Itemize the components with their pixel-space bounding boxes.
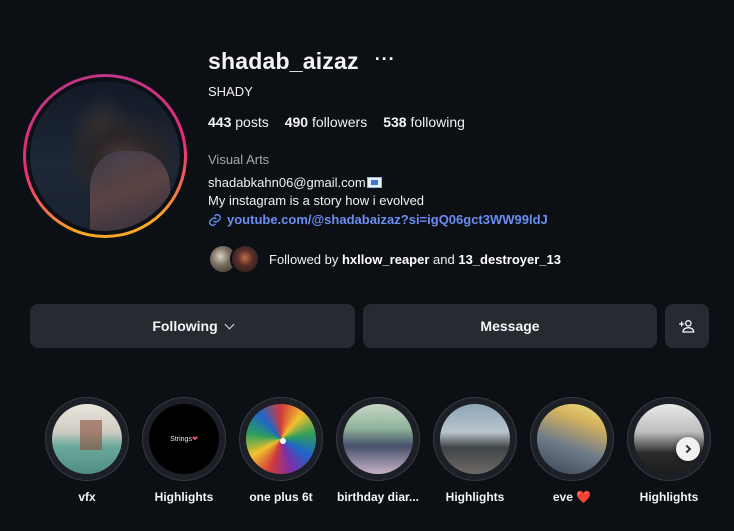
- following-label: following: [410, 114, 465, 130]
- followed-by-and: and: [429, 251, 459, 267]
- highlight-cover: [52, 404, 122, 474]
- message-button-label: Message: [480, 318, 540, 334]
- posts-count: 443: [208, 114, 232, 130]
- followed-by-prefix: Followed by: [269, 251, 342, 267]
- highlight-cover-text: Strings: [170, 435, 192, 443]
- highlight-item[interactable]: eve ❤️: [530, 397, 614, 504]
- following-count: 538: [383, 114, 407, 130]
- next-highlights-button[interactable]: [676, 437, 700, 461]
- email-emoji-icon: [366, 177, 382, 188]
- message-button[interactable]: Message: [363, 304, 657, 348]
- username-row: shadab_aizaz ···: [208, 48, 396, 75]
- highlight-label: vfx: [78, 490, 96, 504]
- posts-stat: 443 posts: [208, 114, 269, 130]
- bio-email: shadabkahn06@gmail.com: [208, 175, 366, 190]
- highlight-item[interactable]: birthday diar...: [336, 397, 420, 504]
- followed-by-text: Followed by hxllow_reaper and 13_destroy…: [269, 252, 561, 267]
- mutual-user-2: 13_destroyer_13: [458, 251, 561, 267]
- mutual-user-1: hxllow_reaper: [341, 251, 430, 267]
- highlight-ring: Strings ❤: [142, 397, 226, 481]
- highlight-ring: [336, 397, 420, 481]
- highlight-ring: [530, 397, 614, 481]
- highlight-item[interactable]: Strings ❤ Highlights: [142, 397, 226, 504]
- chevron-right-icon: [682, 444, 691, 454]
- followers-label: followers: [311, 114, 368, 130]
- highlight-label: birthday diar...: [336, 490, 420, 504]
- full-name: SHADY: [208, 84, 253, 99]
- bio-line-2: My instagram is a story how i evolved: [208, 193, 425, 208]
- more-options-icon[interactable]: ···: [375, 49, 396, 70]
- highlight-ring: [627, 397, 711, 481]
- mutual-avatar-2: [230, 244, 260, 274]
- avatar-image: [30, 81, 180, 231]
- followers-stat[interactable]: 490 followers: [285, 114, 368, 130]
- bio-line-1: shadabkahn06@gmail.com: [208, 174, 424, 192]
- chevron-down-icon: [224, 319, 235, 329]
- highlight-ring: [45, 397, 129, 481]
- highlight-cover: [246, 404, 316, 474]
- profile-page: shadab_aizaz ··· SHADY 443 posts 490 fol…: [0, 0, 734, 531]
- highlight-cover: [343, 404, 413, 474]
- following-stat[interactable]: 538 following: [383, 114, 465, 130]
- highlight-item[interactable]: Highlights: [433, 397, 517, 504]
- heart-icon: ❤: [191, 436, 198, 443]
- add-user-button[interactable]: [665, 304, 709, 348]
- highlight-label: Highlights: [154, 490, 214, 504]
- link-icon: [209, 213, 221, 226]
- following-button-label: Following: [152, 318, 218, 334]
- followers-count: 490: [284, 114, 309, 130]
- posts-label: posts: [235, 114, 269, 130]
- highlight-label: Highlights: [445, 490, 505, 504]
- bio: shadabkahn06@gmail.com My instagram is a…: [208, 174, 424, 210]
- highlight-item[interactable]: one plus 6t: [239, 397, 323, 504]
- highlight-cover: [440, 404, 510, 474]
- highlight-item[interactable]: vfx: [45, 397, 129, 504]
- profile-avatar[interactable]: [23, 74, 187, 238]
- following-button[interactable]: Following: [30, 304, 355, 348]
- highlight-label: Highlights: [639, 490, 699, 504]
- highlight-cover: [537, 404, 607, 474]
- highlight-cover: Strings ❤: [149, 404, 219, 474]
- profile-stats: 443 posts 490 followers 538 following: [208, 114, 465, 130]
- profile-link-text: youtube.com/@shadabaizaz?si=igQ06gct3WW9…: [227, 212, 548, 227]
- highlight-ring: [239, 397, 323, 481]
- avatar-gap: [26, 77, 184, 235]
- highlight-ring: [433, 397, 517, 481]
- person-plus-icon: [679, 320, 695, 333]
- highlight-label: one plus 6t: [249, 490, 313, 504]
- followed-by[interactable]: Followed by hxllow_reaper and 13_destroy…: [208, 244, 561, 274]
- username: shadab_aizaz: [208, 48, 359, 74]
- profile-link[interactable]: youtube.com/@shadabaizaz?si=igQ06gct3WW9…: [208, 212, 548, 227]
- highlight-label: eve ❤️: [552, 490, 592, 504]
- profile-category: Visual Arts: [208, 152, 270, 167]
